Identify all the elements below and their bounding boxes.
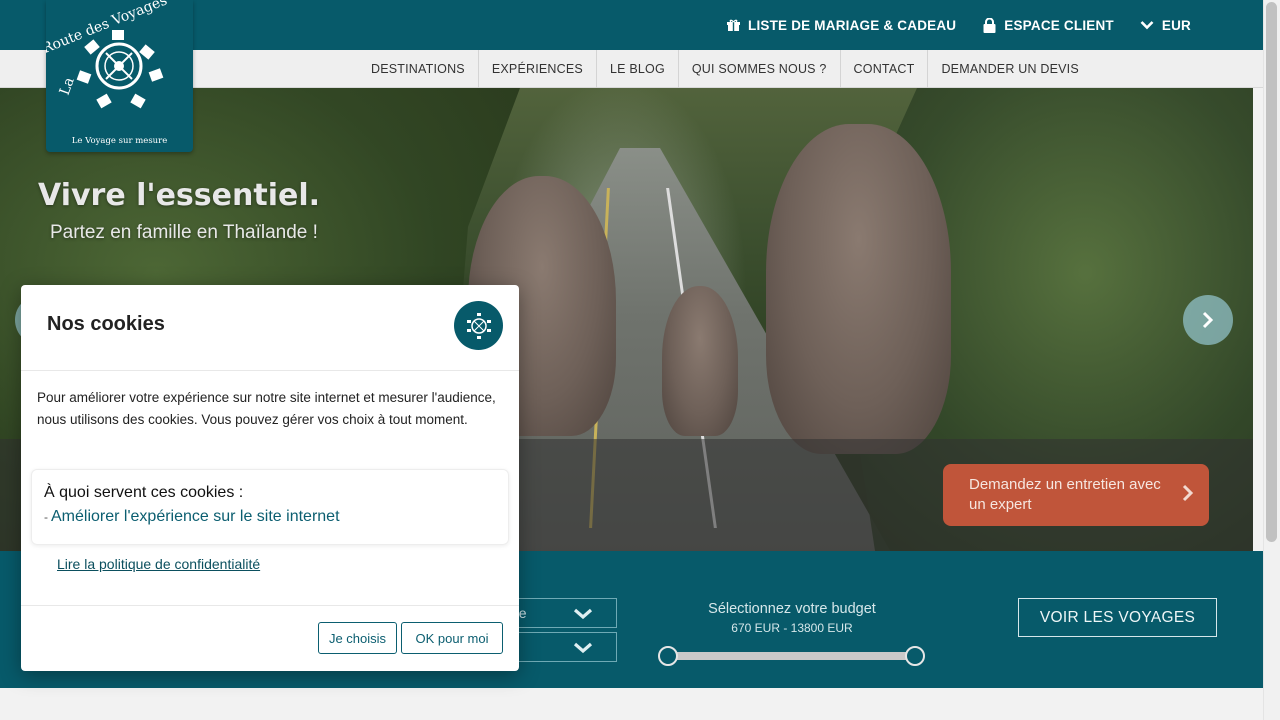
budget-label: Sélectionnez votre budget bbox=[708, 601, 876, 617]
cookie-dialog-footer: Je choisis OK pour moi bbox=[21, 605, 519, 671]
cookie-dialog-title: Nos cookies bbox=[47, 313, 165, 335]
cookie-purpose-title: À quoi servent ces cookies : bbox=[44, 484, 244, 501]
budget-range-value: 670 EUR - 13800 EUR bbox=[731, 621, 853, 635]
gift-list-label: LISTE DE MARIAGE & CADEAU bbox=[748, 17, 957, 33]
cookie-choose-button[interactable]: Je choisis bbox=[318, 622, 397, 654]
cookie-purpose-label: Améliorer l'expérience sur le site inter… bbox=[51, 508, 340, 525]
chevron-right-icon bbox=[1182, 484, 1194, 502]
carousel-next-button[interactable] bbox=[1183, 295, 1233, 345]
top-links: LISTE DE MARIAGE & CADEAU ESPACE CLIENT … bbox=[726, 0, 1191, 50]
view-trips-button[interactable]: VOIR LES VOYAGES bbox=[1018, 598, 1217, 637]
budget-min-handle[interactable] bbox=[658, 646, 678, 666]
gift-icon bbox=[726, 18, 740, 32]
svg-text:La: La bbox=[57, 75, 78, 97]
currency-label: EUR bbox=[1161, 17, 1191, 33]
compass-rose-icon: Route des Voyages La bbox=[40, 0, 169, 109]
nav-item-contact[interactable]: CONTACT bbox=[841, 50, 929, 88]
cookie-consent-dialog: Nos cookies Pour améliorer votre expérie… bbox=[21, 285, 519, 671]
gift-list-link[interactable]: LISTE DE MARIAGE & CADEAU bbox=[726, 18, 956, 33]
nav-item-about[interactable]: QUI SOMMES NOUS ? bbox=[679, 50, 841, 88]
site-logo[interactable]: Route des Voyages La Le Voyage sur mesur… bbox=[40, 0, 193, 152]
chevron-down-icon bbox=[573, 608, 593, 620]
cookie-dialog-header: Nos cookies bbox=[21, 285, 519, 371]
logo-tagline: Le Voyage sur mesure bbox=[71, 136, 168, 146]
chevron-down-icon bbox=[573, 642, 593, 654]
hero-title: Vivre l'essentiel. bbox=[38, 178, 320, 213]
expert-appointment-button[interactable]: Demandez un entretien avec un expert bbox=[943, 464, 1209, 526]
budget-max-handle[interactable] bbox=[905, 646, 925, 666]
nav-item-blog[interactable]: LE BLOG bbox=[597, 50, 679, 88]
chevron-down-icon bbox=[1140, 18, 1154, 32]
elephant-calf-image bbox=[662, 286, 738, 436]
currency-selector[interactable]: EUR bbox=[1140, 18, 1191, 33]
lock-icon bbox=[982, 17, 996, 33]
cookie-description: Pour améliorer votre expérience sur notr… bbox=[37, 390, 496, 427]
cookie-accept-button[interactable]: OK pour moi bbox=[401, 622, 503, 654]
privacy-policy-link[interactable]: Lire la politique de confidentialité bbox=[57, 556, 260, 572]
hero-subtitle: Partez en famille en Thaïlande ! bbox=[50, 222, 318, 243]
page-scrollbar[interactable] bbox=[1263, 0, 1280, 720]
client-area-label: ESPACE CLIENT bbox=[1004, 17, 1114, 33]
nav-item-destinations[interactable]: DESTINATIONS bbox=[358, 50, 479, 88]
scrollbar-thumb[interactable] bbox=[1266, 2, 1277, 542]
purpose-dash: - bbox=[44, 510, 48, 524]
nav-item-experiences[interactable]: EXPÉRIENCES bbox=[479, 50, 597, 88]
budget-slider-track[interactable] bbox=[667, 652, 915, 660]
elephant-right-image bbox=[766, 124, 951, 454]
page: LISTE DE MARIAGE & CADEAU ESPACE CLIENT … bbox=[0, 0, 1280, 720]
cookie-purpose-item[interactable]: - Améliorer l'expérience sur le site inte… bbox=[44, 508, 340, 526]
cookie-purpose-box: À quoi servent ces cookies : - Améliorer … bbox=[31, 469, 509, 545]
compass-rose-icon bbox=[466, 312, 491, 339]
main-nav: DESTINATIONS EXPÉRIENCES LE BLOG QUI SOM… bbox=[358, 50, 1092, 88]
cookie-brand-logo bbox=[454, 301, 503, 350]
nav-item-quote[interactable]: DEMANDER UN DEVIS bbox=[928, 50, 1091, 88]
expert-appointment-label: Demandez un entretien avec un expert bbox=[969, 476, 1161, 513]
chevron-right-icon bbox=[1202, 311, 1214, 329]
client-area-link[interactable]: ESPACE CLIENT bbox=[982, 17, 1114, 33]
